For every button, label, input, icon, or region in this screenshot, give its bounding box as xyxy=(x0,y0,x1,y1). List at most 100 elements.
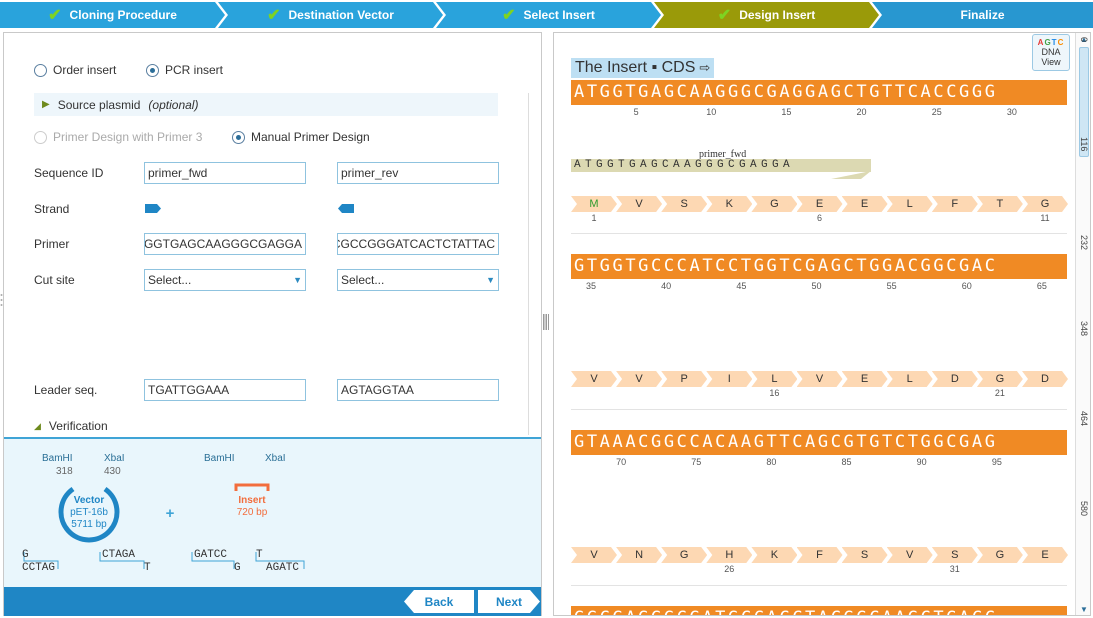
amino-acid[interactable]: G xyxy=(976,547,1023,563)
collapse-triangle-icon: ◢ xyxy=(34,420,41,431)
amino-acid[interactable]: S xyxy=(841,547,888,563)
amino-acid[interactable]: S xyxy=(931,547,978,563)
amino-acid[interactable]: F xyxy=(796,547,843,563)
amino-acid[interactable]: L xyxy=(886,196,933,212)
insert-title: Insert xyxy=(238,495,266,506)
amino-acid[interactable]: K xyxy=(706,196,753,212)
amino-acid[interactable]: V xyxy=(796,371,843,387)
rev-sequence-id-input[interactable]: primer_rev xyxy=(337,162,499,184)
manual-primer-label: Manual Primer Design xyxy=(251,130,370,144)
forward-strand-icon xyxy=(145,204,161,213)
insert-left-bottom: G xyxy=(234,562,241,574)
amino-acid[interactable]: L xyxy=(751,371,798,387)
vector-site-name: BamHI xyxy=(42,453,73,464)
amino-acid[interactable]: D xyxy=(931,371,978,387)
fwd-sequence-id-input[interactable]: primer_fwd xyxy=(144,162,306,184)
amino-acid[interactable]: V xyxy=(886,547,933,563)
back-button[interactable]: Back xyxy=(404,590,474,613)
amino-acid[interactable]: E xyxy=(796,196,843,212)
radio-circle-selected xyxy=(146,63,159,77)
position-tick: 10 xyxy=(706,107,717,117)
amino-acid[interactable]: G xyxy=(1022,196,1068,212)
fwd-primer-input[interactable]: TGGTGAGCAAGGGCGAGGA xyxy=(144,233,306,255)
primer-annotation[interactable]: ATGGTGAGCAAGGGCGAGGA xyxy=(571,159,871,179)
source-plasmid-section[interactable]: ▶ Source plasmid (optional) xyxy=(34,93,498,116)
amino-acid[interactable]: G xyxy=(751,196,798,212)
fwd-cut-site-select[interactable]: Select... ▼ xyxy=(144,269,306,291)
rev-leader-seq-input[interactable]: AGTAGGTAA xyxy=(337,379,499,401)
insert-title[interactable]: The Insert ▪ CDS ⇨ xyxy=(571,58,715,78)
wizard-bar: ✔ Cloning Procedure ✔ Destination Vector ✔… xyxy=(0,0,1093,30)
amino-acid-row[interactable]: MVSKGEELFTG xyxy=(571,196,1068,212)
amino-acid-row[interactable]: VVPILVELDGD xyxy=(571,371,1068,387)
amino-acid[interactable]: V xyxy=(571,371,617,387)
wizard-step-label: Destination Vector xyxy=(288,8,394,22)
verification-section[interactable]: ◢ Verification xyxy=(34,419,108,433)
rev-cut-site-select[interactable]: Select... ▼ xyxy=(337,269,499,291)
amino-acid[interactable]: F xyxy=(931,196,978,212)
dropdown-arrow-icon: ▼ xyxy=(293,275,302,285)
amino-acid[interactable]: T xyxy=(976,196,1023,212)
amino-acid[interactable]: P xyxy=(661,371,708,387)
form-scrollbar[interactable]: ▲ ▼ xyxy=(528,93,529,435)
dna-view-button[interactable]: AGTC DNA View xyxy=(1032,34,1070,71)
amino-acid[interactable]: S xyxy=(661,196,708,212)
dna-sequence-row[interactable]: GGCGAGGGCGATGCCACCTACGGCAAGCTGACC xyxy=(571,606,1067,615)
vector-right-top: CTAGA xyxy=(102,549,136,561)
rev-primer-input[interactable]: CGCCGGGATCACTCTATTAC xyxy=(337,233,499,255)
wizard-step-finalize[interactable]: Finalize xyxy=(872,2,1093,28)
check-icon: ✔ xyxy=(48,7,62,24)
amino-acid-number: 21 xyxy=(994,388,1005,398)
dna-sequence-row[interactable]: GTGGTGCCCATCCTGGTCGAGCTGGACGGCGAC xyxy=(571,254,1067,279)
check-icon: ✔ xyxy=(267,7,281,24)
amino-acid[interactable]: N xyxy=(616,547,663,563)
amino-acid[interactable]: D xyxy=(1022,371,1068,387)
amino-acid[interactable]: V xyxy=(616,371,663,387)
amino-acid[interactable]: I xyxy=(706,371,753,387)
insert-site-name: BamHI xyxy=(204,453,235,464)
scroll-down-icon[interactable]: ▼ xyxy=(1079,605,1089,615)
amino-acid[interactable]: V xyxy=(616,196,663,212)
wizard-step-design-insert[interactable]: ✔ Design Insert xyxy=(654,2,879,28)
amino-acid[interactable]: L xyxy=(886,371,933,387)
fwd-cut-site-value: Select... xyxy=(148,273,192,287)
left-resize-grip[interactable] xyxy=(0,292,3,308)
amino-acid-number: 16 xyxy=(769,388,780,398)
primer-form: Order insert PCR insert ▶ Source plasmid… xyxy=(4,33,529,437)
pcr-insert-label: PCR insert xyxy=(165,63,224,77)
pcr-insert-radio[interactable]: PCR insert xyxy=(146,63,223,77)
order-insert-radio[interactable]: Order insert xyxy=(34,63,116,77)
position-tick: 20 xyxy=(856,107,867,117)
wizard-step-cloning-procedure[interactable]: ✔ Cloning Procedure xyxy=(0,2,225,28)
amino-acid[interactable]: E xyxy=(1022,547,1068,563)
amino-acid[interactable]: K xyxy=(751,547,798,563)
dna-sequence-row[interactable]: GTAAACGGCCACAAGTTCAGCGTGTCTGGCGAG xyxy=(571,430,1067,455)
panel-splitter-icon[interactable] xyxy=(543,310,549,334)
amino-acid[interactable]: E xyxy=(841,196,888,212)
dna-sequence-row[interactable]: ATGGTGAGCAAGGGCGAGGAGCTGTTCACCGGG xyxy=(571,80,1067,105)
ruler-tick: 348 xyxy=(1079,321,1089,337)
manual-primer-radio[interactable]: Manual Primer Design xyxy=(232,130,370,144)
dna-view-line1: DNA xyxy=(1041,47,1061,57)
sequence-viewer: The Insert ▪ CDS ⇨ AGTC DNA View ATGGTGA… xyxy=(553,32,1091,616)
amino-acid-row[interactable]: VNGHKFSVSGE xyxy=(571,547,1068,563)
vector-left-top: G xyxy=(22,549,29,561)
amino-acid[interactable]: G xyxy=(976,371,1023,387)
amino-acid[interactable]: V xyxy=(571,547,617,563)
fwd-leader-seq-input[interactable]: TGATTGGAAA xyxy=(144,379,306,401)
amino-acid[interactable]: M xyxy=(571,196,617,212)
insert-right-top: T xyxy=(256,549,263,561)
next-button[interactable]: Next xyxy=(478,590,540,613)
agtc-letter: G xyxy=(1044,38,1052,47)
amino-acid[interactable]: E xyxy=(841,371,888,387)
design-panel: Order insert PCR insert ▶ Source plasmid… xyxy=(3,32,542,616)
wizard-step-select-insert[interactable]: ✔ Select Insert xyxy=(436,2,661,28)
amino-acid[interactable]: H xyxy=(706,547,753,563)
dropdown-arrow-icon: ▼ xyxy=(486,275,495,285)
wizard-step-destination-vector[interactable]: ✔ Destination Vector xyxy=(218,2,443,28)
sequence-scrollbar[interactable]: ▲ ▼ 0 116 232 348 464 580 xyxy=(1075,33,1090,615)
wizard-step-label: Cloning Procedure xyxy=(69,8,177,22)
amino-acid[interactable]: G xyxy=(661,547,708,563)
navigation-bar: Back Next xyxy=(4,587,541,616)
rev-cut-site-value: Select... xyxy=(341,273,385,287)
